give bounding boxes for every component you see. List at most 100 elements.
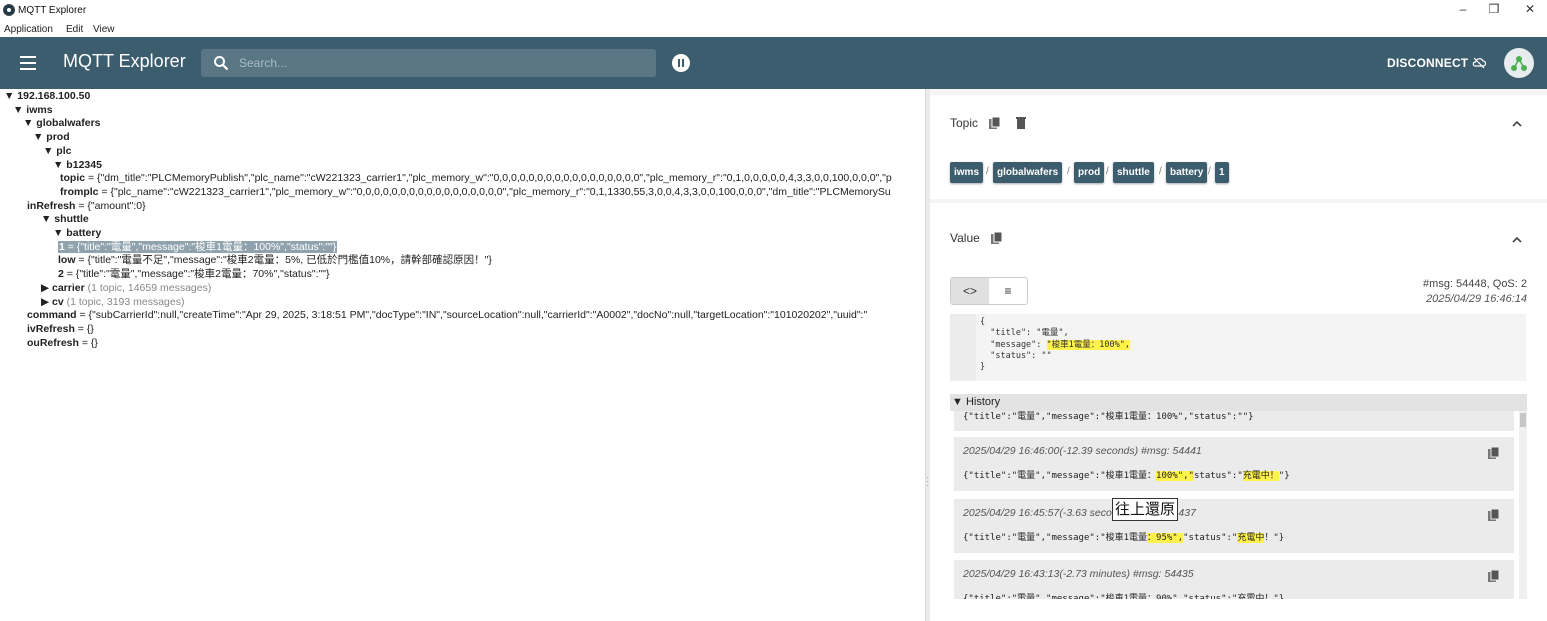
drag-handle-icon[interactable]: · · · xyxy=(926,474,929,490)
cloud-off-icon[interactable] xyxy=(1472,56,1486,70)
breadcrumb-chip[interactable]: globalwafers xyxy=(993,162,1063,183)
menu-view[interactable]: View xyxy=(93,24,115,35)
history-item[interactable]: 2025/04/29 16:45:57(-3.63 seconds) #msg:… xyxy=(954,499,1514,553)
copy-icon[interactable] xyxy=(1488,509,1500,522)
tree-node-value: = {} xyxy=(78,336,98,349)
topic-title: Topic xyxy=(950,116,979,130)
payload-highlight: ：95%", xyxy=(1147,533,1184,543)
history-item[interactable]: 2025/04/29 16:46:00(-12.39 seconds) #msg… xyxy=(954,437,1514,491)
message-meta: #msg: 54448, QoS: 2 2025/04/29 16:46:14 xyxy=(1423,277,1527,307)
tree-node-value: = {"dm_title":"PLCMemoryPublish","plc_na… xyxy=(85,172,892,185)
menu-icon[interactable] xyxy=(20,56,36,70)
payload-text: {"title":"電量","message":"梭車1電量： xyxy=(963,471,1157,481)
topic-tree: ▼ 192.168.100.50 ▼ iwms ▼ globalwafers ▼ pr… xyxy=(0,89,925,621)
search-icon xyxy=(214,56,229,71)
tree-node[interactable]: ▼ globalwafers xyxy=(23,117,101,131)
copy-icon[interactable] xyxy=(989,117,1001,130)
breadcrumb-separator: / xyxy=(1067,166,1070,177)
json-highlight: "梭車1電量：100%", xyxy=(1046,339,1130,350)
breadcrumb-chip[interactable]: prod xyxy=(1074,162,1105,183)
payload-text: "} xyxy=(1278,471,1290,481)
tree-node[interactable]: 2 = {"title":"電量","message":"梭車2電量：70%",… xyxy=(58,268,329,282)
collapse-chevron-icon[interactable] xyxy=(1511,236,1523,244)
minimize-button[interactable]: – xyxy=(1453,2,1473,16)
breadcrumb-separator: / xyxy=(1159,166,1162,177)
search-box[interactable] xyxy=(201,49,656,77)
tree-node-label: ▶ cv xyxy=(41,295,64,308)
delete-icon[interactable] xyxy=(1015,116,1027,129)
history-item[interactable]: {"title":"電量","message":"梭車1電量：100%","st… xyxy=(954,411,1514,431)
breadcrumb-chip[interactable]: shuttle xyxy=(1113,162,1154,183)
history-item[interactable]: 2025/04/29 16:43:13(-2.73 minutes) #msg:… xyxy=(954,560,1514,599)
code-view-icon[interactable]: <> xyxy=(951,278,989,304)
history-payload: {"title":"電量","message":"梭車1電量：100%","st… xyxy=(963,412,1254,422)
copy-icon[interactable] xyxy=(991,232,1003,245)
details-panel: Topic iwms / globalwafers / prod / shuttle / bat… xyxy=(930,89,1547,621)
message-timestamp: 2025/04/29 16:46:14 xyxy=(1426,293,1527,305)
history-toggle[interactable]: ▼ History xyxy=(950,394,1527,411)
tree-node[interactable]: ▶ cv (1 topic, 3193 messages) xyxy=(41,296,184,310)
breadcrumb-chip[interactable]: battery xyxy=(1166,162,1208,183)
menu-edit[interactable]: Edit xyxy=(66,24,83,35)
tree-node[interactable]: ▼ battery xyxy=(53,227,101,241)
tree-node-label: ▼ iwms xyxy=(13,103,53,116)
app-logo-icon xyxy=(3,4,15,16)
tree-node-key: fromplc xyxy=(60,185,99,198)
tree-node-key: inRefresh xyxy=(27,199,76,212)
tree-node-label: ▼ battery xyxy=(53,227,102,239)
payload-text: ！"} xyxy=(1264,533,1285,543)
tree-node[interactable]: fromplc = {"plc_name":"cW221323_carrier1… xyxy=(60,186,891,200)
restore-button[interactable]: ❐ xyxy=(1484,2,1504,16)
tree-node-label: ▼ 192.168.100.50 xyxy=(4,90,91,102)
tree-node[interactable]: ▼ prod xyxy=(33,131,70,145)
breadcrumb-separator: / xyxy=(1208,166,1211,177)
close-button[interactable]: ✕ xyxy=(1520,2,1540,16)
history-scrollbar[interactable] xyxy=(1519,411,1527,599)
tree-node[interactable]: ▼ iwms xyxy=(13,104,53,118)
tree-node[interactable]: 1 = {"title":"電量","message":"梭車1電量：100%"… xyxy=(58,240,338,255)
collapse-chevron-icon[interactable] xyxy=(1511,120,1523,128)
tree-node[interactable]: command = {"subCarrierId":null,"createTi… xyxy=(27,309,867,323)
menu-bar: Application Edit View xyxy=(0,22,1547,37)
menu-application[interactable]: Application xyxy=(4,24,53,35)
tree-node-value: = {"plc_name":"cW221323_carrier1","plc_m… xyxy=(98,185,891,198)
tree-node[interactable]: ▼ 192.168.100.50 xyxy=(4,90,90,104)
tree-node[interactable]: topic = {"dm_title":"PLCMemoryPublish","… xyxy=(60,172,892,186)
tree-node[interactable]: ivRefresh = {} xyxy=(27,323,94,337)
connection-avatar[interactable] xyxy=(1504,48,1534,78)
disconnect-button[interactable]: DISCONNECT xyxy=(1387,56,1468,70)
breadcrumb-chip[interactable]: iwms xyxy=(950,162,984,183)
tree-node-count: (1 topic, 3193 messages) xyxy=(63,295,185,308)
copy-icon[interactable] xyxy=(1488,447,1500,460)
breadcrumb-separator: / xyxy=(1106,166,1109,177)
breadcrumb-chip[interactable]: 1 xyxy=(1215,162,1229,183)
tree-node[interactable]: ouRefresh = {} xyxy=(27,337,98,351)
tree-node-label: ▼ globalwafers xyxy=(23,117,101,130)
tree-node[interactable]: ▼ plc xyxy=(43,145,71,159)
history-timestamp: 2025/04/29 16:46:00(-12.39 seconds) #msg… xyxy=(963,445,1202,457)
tree-node-key: low xyxy=(58,254,76,267)
payload-text: status":" xyxy=(1193,471,1243,481)
tree-node-value: = {} xyxy=(74,322,94,335)
copy-icon[interactable] xyxy=(1488,570,1500,583)
tree-node-value: = {"title":"電量不足","message":"梭車2電量：5%, 已… xyxy=(75,254,492,267)
raw-view-icon[interactable]: ≡ xyxy=(989,278,1027,304)
json-line: "status": "" xyxy=(980,350,1052,361)
tree-node-label: ▶ carrier xyxy=(41,281,85,294)
search-input[interactable] xyxy=(239,53,639,73)
tree-node[interactable]: ▼ b12345 xyxy=(53,159,102,173)
tree-node-value: = {"amount":0} xyxy=(75,199,146,212)
tree-node[interactable]: ▼ shuttle xyxy=(41,213,89,227)
json-line: { xyxy=(980,317,986,327)
topic-card: Topic iwms / globalwafers / prod / shuttle / bat… xyxy=(930,95,1547,199)
tree-node-value: = {"title":"電量","message":"梭車1電量：100%","… xyxy=(64,240,337,253)
tree-node[interactable]: ▶ carrier (1 topic, 14659 messages) xyxy=(41,282,211,296)
payload-text: "status":" xyxy=(1183,533,1238,543)
tree-node[interactable]: low = {"title":"電量不足","message":"梭車2電量：5… xyxy=(58,254,492,268)
tree-node[interactable]: inRefresh = {"amount":0} xyxy=(27,200,146,214)
payload-highlight: 充電中！ xyxy=(1242,471,1279,481)
code-gutter xyxy=(950,314,976,381)
tree-node-key: ivRefresh xyxy=(27,322,75,335)
tree-node-value: = {"subCarrierId":null,"createTime":"Apr… xyxy=(76,309,868,322)
pause-icon[interactable] xyxy=(672,54,690,72)
